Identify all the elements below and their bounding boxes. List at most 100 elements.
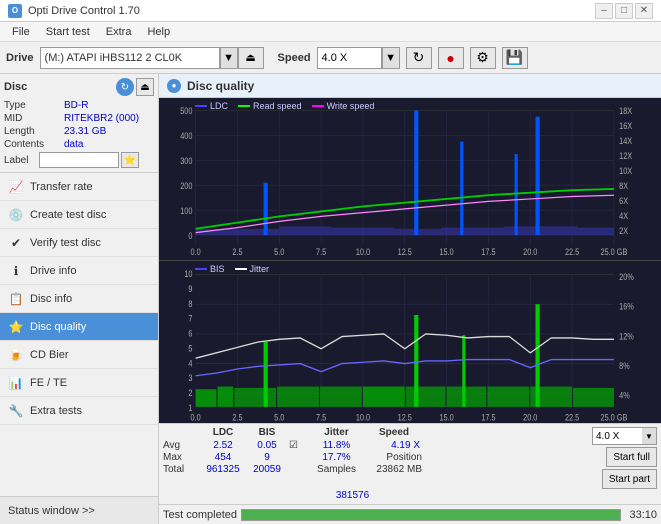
disc-panel: Disc ↻ ⏏ Type BD-R MID RITEKBR2 (000) Le…	[0, 74, 158, 173]
nav-list: 📈 Transfer rate 💿 Create test disc ✔ Ver…	[0, 173, 158, 425]
nav-fe-te-label: FE / TE	[30, 377, 67, 389]
status-window-label: Status window >>	[8, 505, 95, 517]
disc-type-value: BD-R	[64, 100, 88, 111]
svg-text:0.0: 0.0	[191, 411, 201, 422]
menu-help[interactable]: Help	[139, 24, 178, 40]
main-content: Disc ↻ ⏏ Type BD-R MID RITEKBR2 (000) Le…	[0, 74, 661, 524]
drive-dropdown-button[interactable]: ▼	[220, 47, 238, 69]
jitter-legend-label: Jitter	[250, 264, 270, 274]
jitter-header: Jitter	[309, 427, 364, 438]
svg-text:7.5: 7.5	[316, 411, 326, 422]
ldc-header: LDC	[201, 427, 245, 438]
minimize-button[interactable]: –	[595, 3, 613, 19]
total-ldc: 961325	[201, 464, 245, 475]
svg-text:18X: 18X	[619, 107, 633, 117]
drive-select-box[interactable]: (M:) ATAPI iHBS112 2 CL0K	[40, 47, 220, 69]
verify-test-disc-icon: ✔	[8, 235, 24, 251]
extra-tests-icon: 🔧	[8, 403, 24, 419]
svg-text:10X: 10X	[619, 166, 633, 176]
svg-text:2.5: 2.5	[232, 411, 242, 422]
menu-bar: File Start test Extra Help	[0, 22, 661, 42]
drive-info-icon: ℹ	[8, 263, 24, 279]
max-row: Max 454 9 17.7% Position	[163, 452, 588, 463]
total-label: Total	[163, 464, 201, 475]
svg-text:2X: 2X	[619, 226, 629, 236]
drive-value: (M:) ATAPI iHBS112 2 CL0K	[45, 52, 183, 64]
speed-select-box[interactable]: 4.0 X	[317, 47, 382, 69]
menu-extra[interactable]: Extra	[98, 24, 140, 40]
nav-cd-bier[interactable]: 🍺 CD Bier	[0, 341, 158, 369]
speed-stats-dropdown[interactable]: ▼	[642, 428, 656, 444]
disc-label-row: Label ⭐	[4, 152, 154, 168]
avg-label: Avg	[163, 440, 201, 451]
nav-fe-te[interactable]: 📊 FE / TE	[0, 369, 158, 397]
charts-area: LDC Read speed Write speed	[159, 98, 661, 423]
svg-text:12X: 12X	[619, 151, 633, 161]
nav-create-test-disc[interactable]: 💿 Create test disc	[0, 201, 158, 229]
eject-button[interactable]: ⏏	[238, 47, 264, 69]
jitter-legend-color	[235, 268, 247, 270]
refresh-button[interactable]: ↻	[406, 47, 432, 69]
status-window[interactable]: Status window >>	[0, 496, 158, 524]
save-button[interactable]: 💾	[502, 47, 528, 69]
nav-verify-test-disc[interactable]: ✔ Verify test disc	[0, 229, 158, 257]
nav-drive-info[interactable]: ℹ Drive info	[0, 257, 158, 285]
samples-label: Samples	[309, 464, 364, 475]
nav-extra-tests-label: Extra tests	[30, 405, 82, 417]
write-speed-legend-item: Write speed	[312, 101, 375, 111]
chart2: BIS Jitter	[159, 261, 661, 423]
fe-te-icon: 📊	[8, 375, 24, 391]
nav-disc-info[interactable]: 📋 Disc info	[0, 285, 158, 313]
create-test-disc-icon: 💿	[8, 207, 24, 223]
drive-label: Drive	[6, 52, 34, 64]
close-button[interactable]: ✕	[635, 3, 653, 19]
status-text: Test completed	[163, 509, 237, 521]
disc-mid-value: RITEKBR2 (000)	[64, 113, 139, 124]
menu-start-test[interactable]: Start test	[38, 24, 98, 40]
disc-length-value: 23.31 GB	[64, 126, 106, 137]
bis-legend-item: BIS	[195, 264, 225, 274]
maximize-button[interactable]: □	[615, 3, 633, 19]
chart2-svg: 10 9 8 7 6 5 4 3 2 1 20% 16% 12% 8% 4%	[159, 261, 661, 423]
svg-text:10.0: 10.0	[356, 411, 370, 422]
disc-eject-icon[interactable]: ⏏	[136, 78, 154, 96]
progress-fill	[242, 510, 620, 520]
start-full-button[interactable]: Start full	[606, 447, 657, 467]
position-label: Position	[364, 452, 424, 463]
nav-transfer-rate[interactable]: 📈 Transfer rate	[0, 173, 158, 201]
speed-stats-select[interactable]: 4.0 X ▼	[592, 427, 657, 445]
nav-create-test-disc-label: Create test disc	[30, 209, 106, 221]
svg-text:7.5: 7.5	[316, 247, 327, 257]
nav-transfer-rate-label: Transfer rate	[30, 181, 93, 193]
disc-type-label: Type	[4, 100, 64, 111]
menu-file[interactable]: File	[4, 24, 38, 40]
nav-drive-info-label: Drive info	[30, 265, 76, 277]
svg-text:5: 5	[188, 343, 192, 354]
nav-disc-quality[interactable]: ⭐ Disc quality	[0, 313, 158, 341]
stats-table: LDC BIS Jitter Speed Avg 2.52 0.05 ☑ 11.…	[163, 427, 588, 475]
nav-disc-quality-label: Disc quality	[30, 321, 86, 333]
chart2-legend: BIS Jitter	[195, 264, 269, 274]
speed-dropdown-button[interactable]: ▼	[382, 47, 400, 69]
nav-extra-tests[interactable]: 🔧 Extra tests	[0, 397, 158, 425]
svg-text:8X: 8X	[619, 181, 629, 191]
svg-text:14X: 14X	[619, 137, 633, 147]
sidebar: Disc ↻ ⏏ Type BD-R MID RITEKBR2 (000) Le…	[0, 74, 159, 524]
disc-refresh-icon[interactable]: ↻	[116, 78, 134, 96]
svg-text:15.0: 15.0	[439, 247, 454, 257]
speed-header: Speed	[364, 427, 424, 438]
burn-button[interactable]: ●	[438, 47, 464, 69]
disc-quality-icon: ⭐	[8, 319, 24, 335]
svg-text:25.0 GB: 25.0 GB	[601, 247, 628, 257]
settings-button[interactable]: ⚙	[470, 47, 496, 69]
start-part-button[interactable]: Start part	[602, 469, 657, 489]
jitter-legend-item: Jitter	[235, 264, 270, 274]
svg-text:22.5: 22.5	[565, 247, 580, 257]
stats-content: LDC BIS Jitter Speed Avg 2.52 0.05 ☑ 11.…	[163, 427, 657, 489]
progress-time: 33:10	[629, 509, 657, 521]
disc-label-input[interactable]	[39, 152, 119, 168]
svg-text:6X: 6X	[619, 196, 629, 206]
disc-label-save-button[interactable]: ⭐	[121, 152, 139, 168]
svg-text:8: 8	[188, 298, 192, 309]
svg-text:10.0: 10.0	[356, 247, 371, 257]
